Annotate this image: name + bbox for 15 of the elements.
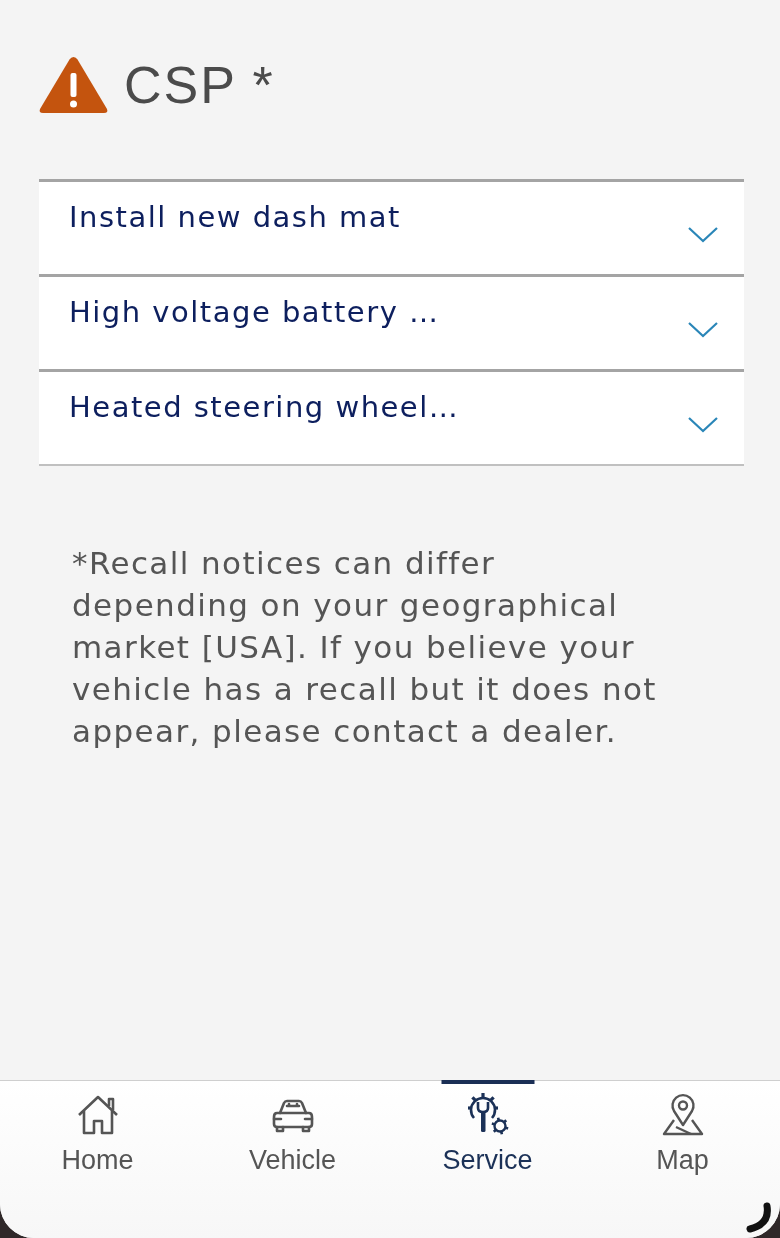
page-title: CSP * [124,55,275,114]
tab-button[interactable]: Vehicle [195,1081,390,1201]
recall-row[interactable]: Install new dash mat [39,179,744,274]
recall-footnote: *Recall notices can differ depending on your geographical market [USA]. If you believe your vehicle has a recall but it does not appear, please contact a dealer. [72,544,658,751]
recall-row[interactable]: High voltage battery … [39,274,744,369]
recall-title: High voltage battery … [69,295,440,329]
warning-icon [38,54,109,115]
recall-title: Heated steering wheel… [69,390,460,424]
tab-button[interactable]: Home [0,1081,195,1201]
recall-row[interactable]: Heated steering wheel… [39,369,744,464]
service-gears-icon [465,1093,510,1137]
tab-button[interactable]: Service [390,1081,585,1201]
tab-button[interactable]: Map [585,1081,780,1201]
recall-title: Install new dash mat [69,200,401,234]
map-pin-icon [660,1093,705,1137]
